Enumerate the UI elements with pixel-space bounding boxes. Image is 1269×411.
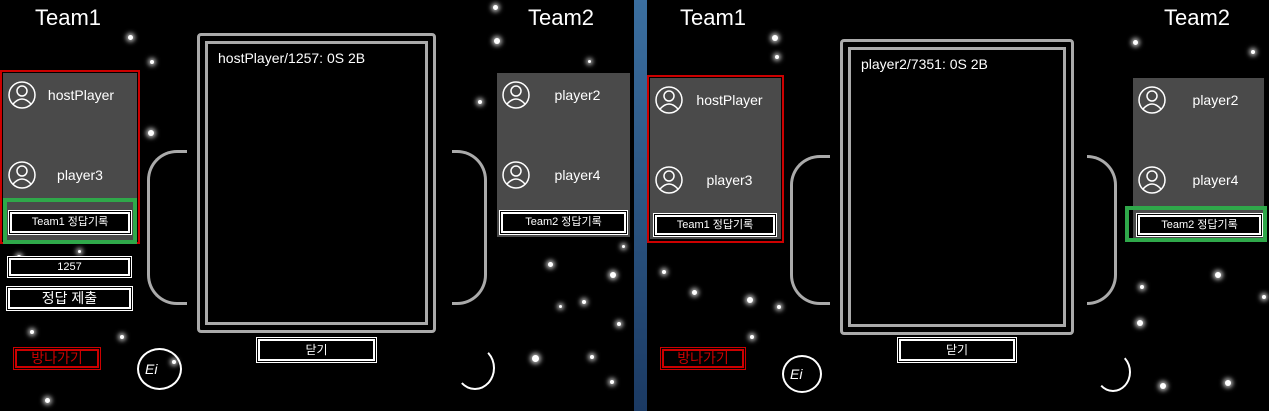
user-avatar-icon <box>502 81 530 109</box>
star-decoration <box>45 398 50 403</box>
star-decoration <box>622 245 625 248</box>
answer-record-entry: player2/7351: 0S 2B <box>861 56 988 72</box>
star-decoration <box>128 35 133 40</box>
star-decoration <box>590 355 594 359</box>
player-name: player4 <box>554 167 601 183</box>
star-decoration <box>588 60 591 63</box>
game-board-frame-left-edge <box>790 155 830 305</box>
star-decoration <box>1137 320 1143 326</box>
user-avatar-icon <box>502 161 530 189</box>
player-slot[interactable]: player2 <box>1133 80 1264 120</box>
star-decoration <box>750 335 754 339</box>
close-modal-button[interactable]: 닫기 <box>899 339 1015 361</box>
player-name: player2 <box>554 87 601 103</box>
star-decoration <box>772 35 778 41</box>
answer-input-field[interactable]: 1257 <box>9 258 130 276</box>
leave-room-button[interactable]: 방나가기 <box>662 349 744 368</box>
close-modal-button[interactable]: 닫기 <box>258 339 375 361</box>
star-decoration <box>494 38 500 44</box>
leave-room-button[interactable]: 방나가기 <box>15 349 99 368</box>
star-decoration <box>1262 295 1266 299</box>
team2-title: Team2 <box>1164 5 1231 30</box>
answer-record-modal: hostPlayer/1257: 0S 2B <box>197 33 436 333</box>
exit-button-label: Ei <box>145 361 158 377</box>
star-decoration <box>617 322 621 326</box>
star-decoration <box>478 100 482 104</box>
exit-button-circle[interactable] <box>137 348 182 390</box>
answer-record-modal-inner: player2/7351: 0S 2B <box>848 47 1066 327</box>
game-board-frame-right-edge <box>452 150 487 305</box>
star-decoration <box>1140 285 1144 289</box>
star-decoration <box>1225 380 1231 386</box>
star-decoration <box>78 250 81 253</box>
team1-record-highlight-box <box>3 198 137 244</box>
star-decoration <box>610 272 616 278</box>
game-board-frame-right-edge <box>1087 155 1117 305</box>
answer-record-modal: player2/7351: 0S 2B <box>840 39 1074 335</box>
star-decoration <box>559 305 562 308</box>
star-decoration <box>1215 272 1221 278</box>
star-decoration <box>548 262 553 267</box>
player-slot[interactable]: player4 <box>1133 160 1264 200</box>
team2-title: Team2 <box>528 5 595 30</box>
submit-answer-button[interactable]: 정답 제출 <box>8 288 131 309</box>
player-name: player4 <box>1192 172 1239 188</box>
star-decoration <box>775 55 779 59</box>
team2-record-button[interactable]: Team2 정답기록 <box>501 212 626 233</box>
star-decoration <box>747 297 753 303</box>
player-name: player2 <box>1192 92 1239 108</box>
player-slot[interactable]: player4 <box>497 155 630 195</box>
answer-record-modal-inner: hostPlayer/1257: 0S 2B <box>205 41 428 325</box>
star-decoration <box>493 5 498 10</box>
game-board-frame-left-edge <box>147 150 187 305</box>
star-decoration <box>610 380 614 384</box>
team1-highlight-box <box>647 75 784 243</box>
star-decoration <box>1160 383 1166 389</box>
star-decoration <box>582 300 586 304</box>
star-decoration <box>1133 40 1138 45</box>
star-decoration <box>532 355 539 362</box>
team1-title: Team1 <box>680 5 747 30</box>
user-avatar-icon <box>1138 166 1166 194</box>
player-slot[interactable]: player2 <box>497 75 630 115</box>
star-decoration <box>120 335 124 339</box>
user-avatar-icon <box>1138 86 1166 114</box>
answer-record-entry: hostPlayer/1257: 0S 2B <box>218 50 366 66</box>
star-decoration <box>777 305 781 309</box>
star-decoration <box>150 60 154 64</box>
team2-record-highlight-box <box>1125 206 1267 242</box>
pane-divider <box>634 0 647 411</box>
star-decoration <box>662 270 666 274</box>
star-decoration <box>692 290 697 295</box>
right-screenshot-pane: Team1 Team2 hostPlayer player3 Team1 정답기… <box>647 0 1269 411</box>
left-screenshot-pane: Team1 Team2 hostPlayer player3 Team1 정답기… <box>0 0 634 411</box>
star-decoration <box>148 130 154 136</box>
exit-button-label: Ei <box>790 366 803 382</box>
ready-button-circle[interactable] <box>1095 352 1131 392</box>
star-decoration <box>1251 50 1255 54</box>
star-decoration <box>30 330 34 334</box>
team1-title: Team1 <box>35 5 102 30</box>
ready-button-circle[interactable] <box>455 346 495 390</box>
